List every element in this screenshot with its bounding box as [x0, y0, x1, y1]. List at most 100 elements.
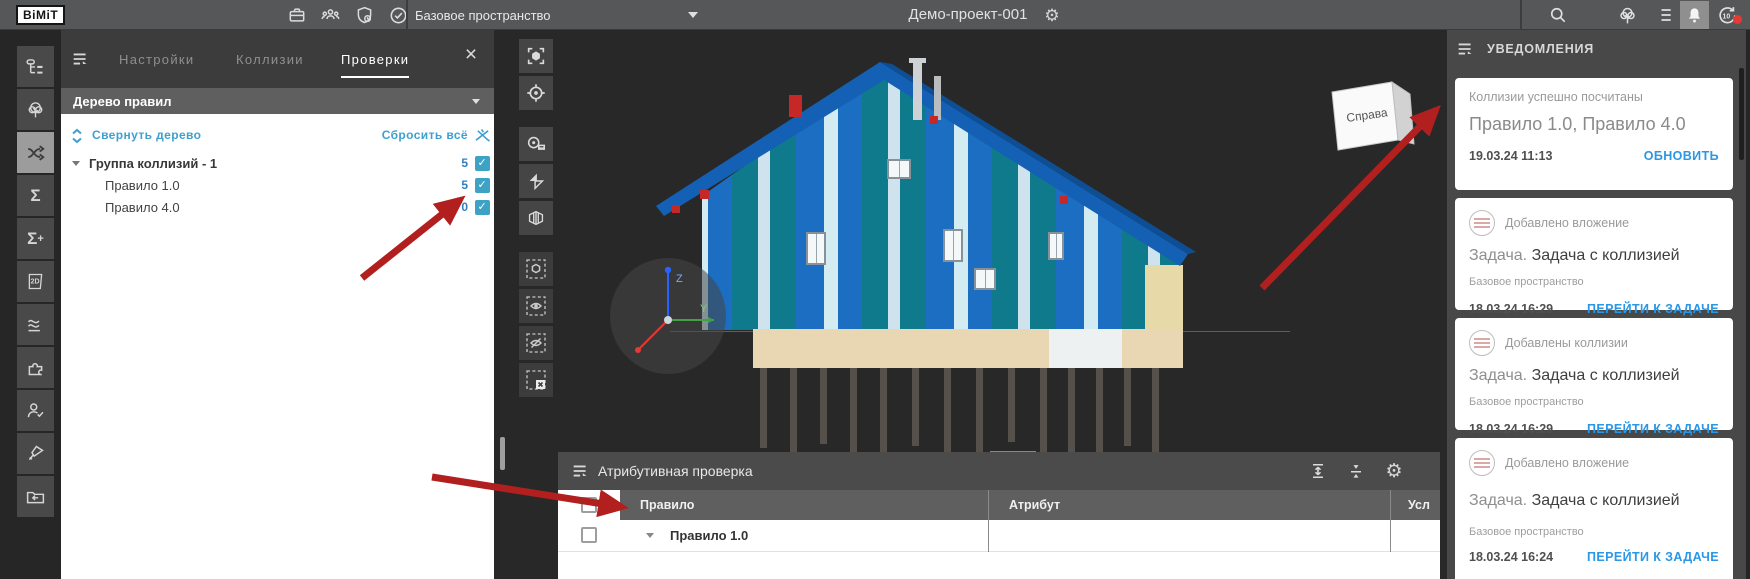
- sidebar-item-user-approve[interactable]: [17, 390, 54, 431]
- section-box-icon[interactable]: [519, 201, 553, 235]
- roof-accent: [930, 116, 938, 124]
- panel-menu-icon[interactable]: [570, 460, 592, 482]
- viewport-scrollbar[interactable]: [500, 437, 505, 470]
- sidebar-item-plugins[interactable]: [17, 347, 54, 388]
- tree-row-rule-4[interactable]: Правило 4.0 0: [61, 196, 494, 218]
- tree-actions-row: Свернуть дерево Сбросить всё: [61, 126, 494, 150]
- rules-panel: Настройки Коллизии Проверки × Дерево пра…: [61, 30, 494, 579]
- row-checkbox[interactable]: [581, 527, 597, 543]
- collapse-tree-link[interactable]: Свернуть дерево: [92, 128, 201, 142]
- goto-task-link[interactable]: ПЕРЕЙТИ К ЗАДАЧЕ: [1587, 550, 1719, 564]
- goto-task-link[interactable]: ПЕРЕЙТИ К ЗАДАЧЕ: [1587, 422, 1719, 436]
- reset-all-link[interactable]: Сбросить всё: [382, 128, 468, 142]
- reset-clear-icon[interactable]: [474, 128, 491, 143]
- show-eye-icon[interactable]: [519, 289, 553, 323]
- window: [887, 159, 911, 179]
- notification-date: 18.03.24 16:29: [1469, 302, 1553, 316]
- attribute-check-header: Атрибутивная проверка ⚙: [558, 452, 1440, 490]
- notification-title: Добавлены коллизии: [1505, 336, 1628, 350]
- goto-task-link[interactable]: ПЕРЕЙТИ К ЗАДАЧЕ: [1587, 302, 1719, 316]
- sidebar-item-scene-tree[interactable]: [17, 89, 54, 130]
- project-settings-gear-icon[interactable]: ⚙: [1041, 5, 1063, 27]
- view-cube[interactable]: Справа: [1320, 70, 1430, 165]
- section-plane-icon[interactable]: [519, 164, 553, 198]
- table-row-rule[interactable]: Правило 1.0: [558, 520, 1440, 552]
- notification-title: Добавлено вложение: [1505, 456, 1629, 470]
- panel-menu-icon[interactable]: [70, 48, 92, 70]
- column-header-attribute[interactable]: Атрибут: [988, 490, 1390, 520]
- fit-rows-icon[interactable]: [1344, 459, 1368, 483]
- caret-down-icon[interactable]: [646, 533, 654, 538]
- attribute-check-panel: Атрибутивная проверка ⚙ Правило Атрибут …: [558, 452, 1440, 579]
- notification-body: Правило 1.0, Правило 4.0: [1469, 114, 1719, 135]
- shield-protect-icon[interactable]: [353, 4, 375, 26]
- top-bar: BiMiT Базовое пространство Демо-проект-0…: [0, 0, 1750, 30]
- notification-card: Добавлено вложение Задача. Задача с колл…: [1455, 198, 1733, 310]
- select-all-checkbox[interactable]: [581, 497, 597, 513]
- vent-pipe: [934, 76, 941, 120]
- window: [1048, 232, 1064, 260]
- row-height-icon[interactable]: [1306, 459, 1330, 483]
- axis-y-label: Y: [700, 303, 708, 315]
- gable-vent: [789, 95, 802, 117]
- tree-row-collision-group[interactable]: Группа коллизий - 1 5: [61, 152, 494, 174]
- tree-row-rule-1[interactable]: Правило 1.0 5: [61, 174, 494, 196]
- isolate-icon[interactable]: [519, 252, 553, 286]
- notification-card: Добавлены коллизии Задача. Задача с колл…: [1455, 318, 1733, 430]
- rules-tree-section-header[interactable]: Дерево правил: [61, 88, 494, 114]
- search-icon[interactable]: [1547, 4, 1569, 26]
- sidebar-item-folder-export[interactable]: [17, 476, 54, 517]
- team-icon[interactable]: [319, 4, 341, 26]
- sidebar-item-collisions[interactable]: [17, 132, 54, 173]
- refresh-action-link[interactable]: ОБНОВИТЬ: [1644, 149, 1719, 163]
- divider: [1520, 0, 1522, 30]
- sidebar-item-model-structure[interactable]: [17, 46, 54, 87]
- space-selector[interactable]: Базовое пространство: [415, 0, 698, 30]
- panel-menu-icon[interactable]: [1455, 38, 1477, 60]
- bimit-logo[interactable]: BiMiT: [16, 5, 65, 25]
- close-icon[interactable]: ×: [460, 44, 482, 66]
- sync-count: 10: [1723, 13, 1731, 20]
- collision-count: 0: [461, 200, 468, 214]
- chimney-cap: [909, 58, 926, 63]
- tab-collisions[interactable]: Коллизии: [236, 52, 304, 76]
- tab-settings[interactable]: Настройки: [119, 52, 194, 76]
- project-tree-icon[interactable]: [1616, 4, 1638, 26]
- sidebar-item-charts[interactable]: [17, 304, 54, 345]
- fit-model-icon[interactable]: [519, 39, 553, 73]
- table-header-row: Правило Атрибут Усл: [558, 490, 1440, 520]
- panel-scrollbar[interactable]: [1739, 68, 1744, 160]
- task-prefix: Задача.: [1469, 492, 1527, 509]
- sidebar-item-construction[interactable]: [17, 433, 54, 474]
- sidebar-item-sum[interactable]: Σ: [17, 175, 54, 216]
- settings-gear-icon[interactable]: ⚙: [1382, 459, 1406, 483]
- hide-eye-icon[interactable]: [519, 326, 553, 360]
- column-header-condition[interactable]: Усл: [1390, 490, 1440, 520]
- sidebar-item-drawings-2d[interactable]: 2D: [17, 261, 54, 302]
- panel-title: УВЕДОМЛЕНИЯ: [1487, 42, 1594, 56]
- collision-count: 5: [461, 156, 468, 170]
- rule-checkbox-checked[interactable]: [475, 200, 490, 215]
- measure-tape-icon[interactable]: [519, 127, 553, 161]
- bell-icon[interactable]: [1680, 1, 1709, 29]
- expand-collapse-icon[interactable]: [70, 128, 84, 144]
- sidebar-item-sum-add[interactable]: Σ+: [17, 218, 54, 259]
- briefcase-icon[interactable]: [286, 4, 308, 26]
- building-model[interactable]: [640, 50, 1300, 460]
- window: [806, 232, 826, 265]
- clear-selection-icon[interactable]: [519, 363, 553, 397]
- column-header-rule[interactable]: Правило: [620, 490, 988, 520]
- axis-gizmo[interactable]: Z Y: [610, 258, 726, 374]
- tab-checks[interactable]: Проверки: [341, 52, 409, 78]
- project-title: Демо-проект-001: [903, 6, 1033, 23]
- rule-checkbox-checked[interactable]: [475, 156, 490, 171]
- orbit-target-icon[interactable]: [519, 76, 553, 110]
- roof-accent: [700, 190, 709, 199]
- space-selector-label: Базовое пространство: [415, 8, 551, 23]
- header-checkbox-cell: [558, 490, 620, 520]
- caret-down-icon[interactable]: [72, 161, 80, 166]
- list-icon[interactable]: [1653, 4, 1675, 26]
- rule-checkbox-checked[interactable]: [475, 178, 490, 193]
- workspace-label: Базовое пространство: [1469, 396, 1719, 408]
- task-name: Задача с коллизией: [1532, 247, 1680, 264]
